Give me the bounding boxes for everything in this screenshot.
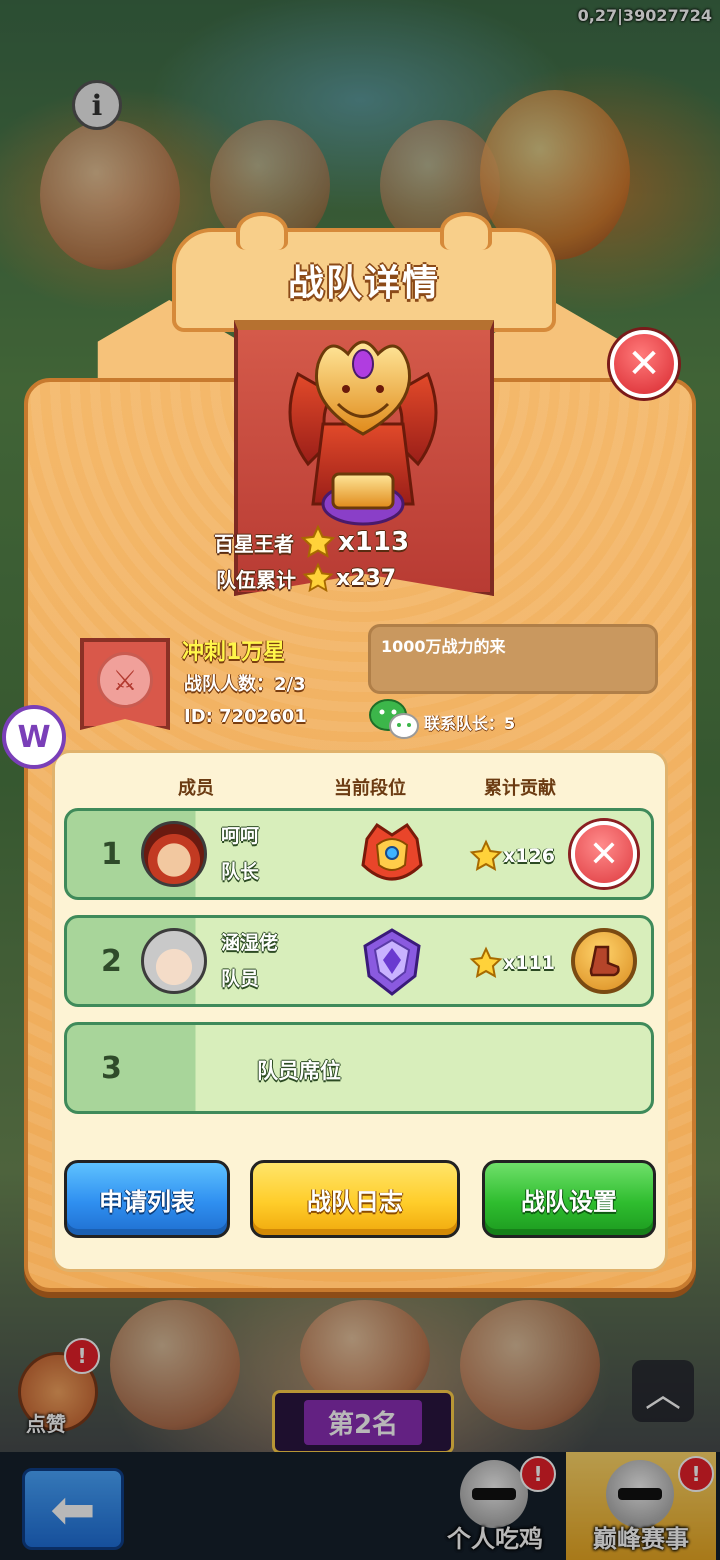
dragon-emblem-icon	[288, 340, 438, 526]
wechat-icon[interactable]	[368, 698, 420, 740]
member-name: 涵湿佬	[221, 932, 279, 954]
boot-icon	[589, 945, 620, 977]
empty-member-slot[interactable]: 3 队员席位	[64, 1022, 654, 1114]
team-log-button[interactable]: 战队日志	[250, 1160, 460, 1238]
contribution-value: x126	[503, 845, 555, 867]
member-row[interactable]: 1 呵呵 队长 x126 ✕	[64, 808, 654, 900]
diamond-rank-icon	[363, 928, 421, 996]
member-index: 2	[101, 944, 122, 979]
team-motto: 1000万战力的来	[368, 624, 658, 694]
apply-list-button[interactable]: 申请列表	[64, 1160, 230, 1238]
stat-label: 队伍累计	[216, 567, 296, 592]
stat-label: 百星王者	[214, 531, 294, 556]
team-member-count: 战队人数：2/3	[184, 674, 306, 695]
avatar[interactable]	[141, 928, 207, 994]
member-index: 1	[101, 837, 122, 872]
roof-ornament-icon	[440, 212, 492, 250]
empty-slot-label: 队员席位	[257, 1059, 341, 1083]
star-icon	[469, 946, 503, 978]
stat-value: x113	[338, 527, 410, 557]
star-icon	[302, 562, 334, 593]
member-role: 队长	[221, 861, 260, 883]
column-header-contribution: 累计贡献	[484, 778, 556, 799]
stat-row-king-stars: 百星王者 x113	[214, 524, 409, 560]
star-icon	[300, 524, 336, 558]
column-header-member: 成员	[178, 778, 214, 799]
team-name: 冲刺1万星	[182, 640, 286, 665]
member-role: 队员	[221, 968, 260, 990]
boot-interact-button[interactable]	[571, 928, 637, 994]
member-name: 呵呵	[221, 825, 260, 847]
close-icon: ✕	[588, 833, 620, 875]
member-contribution: x126	[469, 839, 555, 873]
team-settings-button[interactable]: 战队设置	[482, 1160, 656, 1238]
roof-ornament-icon	[236, 212, 288, 250]
team-flag-icon: ⚔	[80, 638, 170, 730]
column-header-rank: 当前段位	[334, 778, 406, 799]
title-plate: 战队详情	[172, 212, 556, 332]
close-button[interactable]: ✕	[610, 330, 678, 398]
member-index: 3	[101, 1051, 122, 1086]
king-rank-icon	[361, 822, 423, 881]
contact-captain: 联系队长：5	[424, 714, 516, 733]
sword-icon: ⚔	[97, 652, 153, 708]
floating-assistant-icon[interactable]: W	[2, 705, 66, 769]
member-contribution: x111	[469, 946, 555, 980]
contribution-value: x111	[503, 952, 555, 974]
member-row[interactable]: 2 涵湿佬 队员 x111	[64, 915, 654, 1007]
stat-row-team-total: 队伍累计 x237	[216, 562, 396, 594]
assistant-letter: W	[17, 719, 51, 755]
kick-member-button[interactable]: ✕	[571, 821, 637, 887]
stat-value: x237	[336, 565, 397, 591]
star-icon	[469, 839, 503, 871]
team-id: ID: 7202601	[184, 706, 307, 727]
dialog-title: 战队详情	[287, 263, 440, 304]
avatar[interactable]	[141, 821, 207, 887]
close-icon: ✕	[627, 341, 661, 387]
